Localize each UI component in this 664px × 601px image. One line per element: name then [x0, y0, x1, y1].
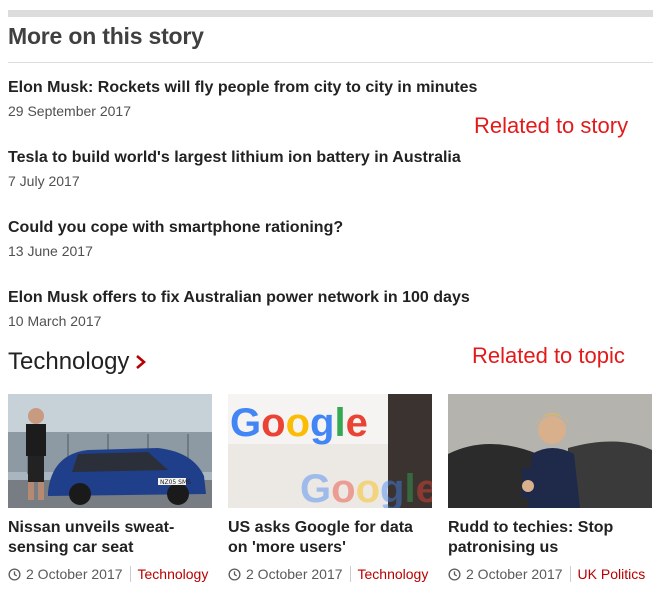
- story-link[interactable]: Could you cope with smartphone rationing…: [8, 218, 568, 238]
- meta-divider: [349, 566, 351, 582]
- topic-card: Google Google US asks Google for data on…: [228, 394, 433, 582]
- google-logo-blurred: Google: [300, 467, 432, 508]
- politician-photo: [448, 394, 652, 508]
- chevron-right-icon: [136, 355, 147, 369]
- card-tag-link[interactable]: Technology: [358, 566, 429, 582]
- license-plate-text: NZ05 SMS: [160, 479, 191, 486]
- story-link[interactable]: Tesla to build world's largest lithium i…: [8, 148, 568, 168]
- annotation-related-story: Related to story: [474, 113, 629, 138]
- section-divider: [8, 62, 653, 63]
- car-photo: NZ05 SMS: [8, 394, 212, 508]
- google-logo-text: Google: [230, 401, 368, 445]
- card-image-link[interactable]: NZ05 SMS: [8, 394, 212, 508]
- story-date: 10 March 2017: [8, 313, 102, 329]
- card-date: 2 October 2017: [466, 566, 563, 582]
- story-link[interactable]: Elon Musk offers to fix Australian power…: [8, 288, 568, 308]
- clock-icon: [8, 567, 21, 581]
- clock-icon: [448, 567, 461, 581]
- clock-icon: [228, 567, 241, 581]
- card-date: 2 October 2017: [246, 566, 343, 582]
- section-title: More on this story: [8, 23, 204, 49]
- annotation-related-topic: Related to topic: [472, 343, 625, 368]
- story-item: Could you cope with smartphone rationing…: [8, 218, 568, 260]
- card-title-link[interactable]: Nissan unveils sweat-sensing car seat: [8, 518, 213, 558]
- card-tag-link[interactable]: UK Politics: [578, 566, 646, 582]
- card-image-link[interactable]: [448, 394, 652, 508]
- card-meta: 2 October 2017 Technology: [228, 566, 428, 582]
- story-link[interactable]: Elon Musk: Rockets will fly people from …: [8, 78, 568, 98]
- card-meta: 2 October 2017 UK Politics: [448, 566, 645, 582]
- card-meta: 2 October 2017 Technology: [8, 566, 208, 582]
- meta-divider: [569, 566, 571, 582]
- story-date: 7 July 2017: [8, 173, 80, 189]
- card-title-link[interactable]: US asks Google for data on 'more users': [228, 518, 433, 558]
- topic-heading-label: Technology: [8, 348, 130, 375]
- topic-card: NZ05 SMS Nissan unveils sweat-sensing ca…: [8, 394, 213, 582]
- story-date: 13 June 2017: [8, 243, 93, 259]
- google-photo: Google Google: [228, 394, 432, 508]
- story-item: Elon Musk offers to fix Australian power…: [8, 288, 568, 330]
- topic-card: Rudd to techies: Stop patronising us 2 O…: [448, 394, 653, 582]
- top-rule: [8, 10, 653, 17]
- card-image-link[interactable]: Google Google: [228, 394, 432, 508]
- card-title-link[interactable]: Rudd to techies: Stop patronising us: [448, 518, 653, 558]
- card-tag-link[interactable]: Technology: [138, 566, 209, 582]
- card-date: 2 October 2017: [26, 566, 123, 582]
- topic-heading-link[interactable]: Technology: [8, 348, 149, 376]
- story-item: Tesla to build world's largest lithium i…: [8, 148, 568, 190]
- meta-divider: [129, 566, 131, 582]
